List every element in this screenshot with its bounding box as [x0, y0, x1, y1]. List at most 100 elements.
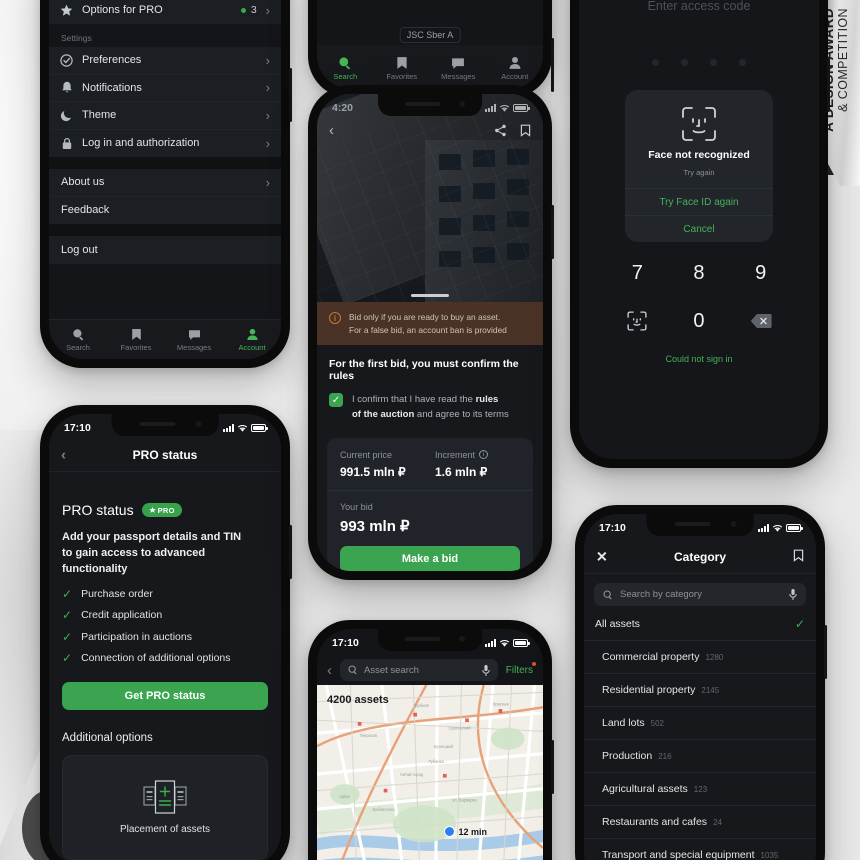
key-8[interactable]: 8 [668, 256, 730, 290]
tabbar-top: Search Favorites Messages Account [317, 45, 543, 89]
category-label: Land lots [602, 717, 645, 729]
your-bid-value[interactable]: 993 mln ₽ [340, 517, 520, 535]
category-label: Restaurants and cafes [602, 816, 708, 828]
tab-messages[interactable]: Messages [165, 328, 223, 352]
confirm-checkbox[interactable]: ✓ [329, 393, 343, 408]
menu-group-settings: Preferences › Notifications › Theme › Lo… [49, 47, 281, 157]
microphone-icon[interactable] [789, 589, 797, 600]
list-item[interactable]: Agricultural assets 123 [584, 773, 816, 806]
phone-faceid-screen: Enter access code Face not recognized Tr… [570, 0, 830, 468]
menu-row-about-us[interactable]: About us › [49, 169, 281, 197]
statusbar-icons [758, 524, 803, 533]
tab-favorites[interactable]: Favorites [374, 56, 431, 81]
list-item[interactable]: Commercial property 1280 [584, 641, 816, 674]
tab-messages[interactable]: Messages [430, 56, 487, 81]
settings-section-label: Settings [49, 24, 281, 47]
jsc-label: JSC Sber A [399, 27, 461, 43]
menu-row-notifications[interactable]: Notifications › [49, 75, 281, 102]
category-row-all-assets[interactable]: All assets ✓ [584, 606, 816, 641]
bookmark-icon[interactable] [520, 124, 531, 137]
bid-warning-text: Bid only if you are ready to buy an asse… [349, 311, 507, 336]
key-faceid[interactable] [607, 304, 669, 338]
status-dot-icon [240, 7, 246, 13]
message-icon [188, 329, 200, 340]
map-canvas[interactable]: Тверская Трубная Сретенский Кузнецкий Лубя… [317, 685, 543, 860]
tabbar-account: Search Favorites Messages Account [49, 319, 281, 359]
tab-search[interactable]: Search [49, 328, 107, 352]
list-item[interactable]: Residential property 2145 [584, 674, 816, 707]
cancel-button[interactable]: Cancel [625, 215, 773, 242]
make-a-bid-button[interactable]: Make a bid [340, 545, 520, 571]
back-button[interactable]: ‹ [327, 662, 332, 679]
notch [646, 514, 754, 536]
confirm-text-auction: of the auction [352, 408, 415, 420]
microphone-icon[interactable] [482, 664, 490, 676]
category-search-input[interactable]: Search by category [594, 583, 806, 606]
asset-search-input[interactable]: Asset search [340, 659, 498, 681]
menu-row-feedback[interactable]: Feedback [49, 197, 281, 225]
key-0[interactable]: 0 [668, 304, 730, 338]
asset-search-placeholder: Asset search [364, 664, 419, 676]
menu-divider-2 [49, 157, 281, 169]
check-icon: ✓ [794, 617, 805, 631]
back-button[interactable]: ‹ [329, 122, 334, 139]
info-icon[interactable]: i [479, 450, 489, 460]
key-7[interactable]: 7 [607, 256, 669, 290]
key-backspace[interactable] [730, 304, 792, 338]
chevron-right-icon: › [265, 135, 270, 151]
category-label: Agricultural assets [602, 783, 688, 795]
confirm-text-rules: rules [475, 394, 499, 406]
category-count: 24 [713, 818, 722, 827]
category-count: 123 [693, 785, 708, 794]
try-faceid-again-button[interactable]: Try Face ID again [625, 188, 773, 215]
category-label: Commercial property [602, 651, 700, 663]
list-item[interactable]: Restaurants and cafes 24 [584, 806, 816, 839]
category-count: 1035 [760, 851, 779, 860]
menu-row-login-authorization[interactable]: Log in and authorization › [49, 130, 281, 158]
star-icon [60, 4, 73, 17]
get-pro-status-button[interactable]: Get PRO status [62, 682, 268, 711]
back-button[interactable]: ‹ [61, 446, 66, 463]
menu-row-theme[interactable]: Theme › [49, 102, 281, 130]
bookmark-icon[interactable] [793, 549, 804, 565]
all-assets-label: All assets [595, 618, 640, 630]
map-pin[interactable]: 12 min [443, 826, 487, 837]
tab-label-favorites: Favorites [120, 342, 152, 352]
list-item[interactable]: Land lots 502 [584, 707, 816, 740]
pro-title-row: PRO status PRO [62, 502, 268, 518]
faceid-alert-sheet: Face not recognized Try again Try Face I… [625, 90, 773, 242]
menu-row-logout[interactable]: Log out [49, 236, 281, 264]
svg-text:ул. Варварка: ул. Варварка [452, 798, 477, 803]
moon-icon [60, 109, 73, 122]
confirm-rules-row[interactable]: ✓ I confirm that I have read the rules o… [329, 393, 531, 422]
svg-text:Арбат: Арбат [339, 794, 350, 799]
list-item[interactable]: Production 216 [584, 740, 816, 773]
screen-map: 17:10 ‹ Asset search Filters Тверская Тр… [317, 629, 543, 860]
tab-account[interactable]: Account [223, 328, 281, 352]
phone-top-fragment: JSC Sber A Search Favorites Messages Acc… [308, 0, 554, 98]
category-count: 216 [658, 752, 672, 761]
confirm-text-a: I confirm that I have read the [352, 394, 476, 406]
placement-of-assets-card[interactable]: Placement of assets [62, 755, 268, 860]
list-item[interactable]: Transport and special equipment 1035 [584, 839, 816, 860]
share-icon[interactable] [494, 124, 507, 137]
could-not-sign-in-link[interactable]: Could not sign in [665, 354, 732, 364]
filters-button[interactable]: Filters [506, 661, 536, 676]
tab-account[interactable]: Account [487, 56, 544, 81]
statusbar-icons [223, 424, 268, 433]
tab-favorites[interactable]: Favorites [107, 328, 165, 352]
bid-warning-banner: i Bid only if you are ready to buy an as… [317, 302, 543, 346]
check-icon: ✓ [62, 586, 73, 601]
wifi-icon [499, 639, 510, 647]
tab-search[interactable]: Search [317, 56, 374, 81]
sheet-grabber[interactable] [411, 293, 449, 297]
key-9[interactable]: 9 [730, 256, 792, 290]
close-icon[interactable]: ✕ [596, 548, 608, 565]
menu-row-preferences[interactable]: Preferences › [49, 47, 281, 75]
category-label: Production [602, 750, 653, 762]
phone-category-screen: 17:10 ✕ Category Search by category All … [575, 505, 827, 860]
screen-bid: 4:20 ‹ i Bid only if you are ready to bu… [317, 94, 543, 571]
menu-row-options-for-pro[interactable]: Options for PRO 3 › [49, 0, 281, 24]
search-icon [72, 328, 83, 340]
bid-price-row: Current price 991.5 mln ₽ Increment i 1.… [327, 438, 533, 491]
